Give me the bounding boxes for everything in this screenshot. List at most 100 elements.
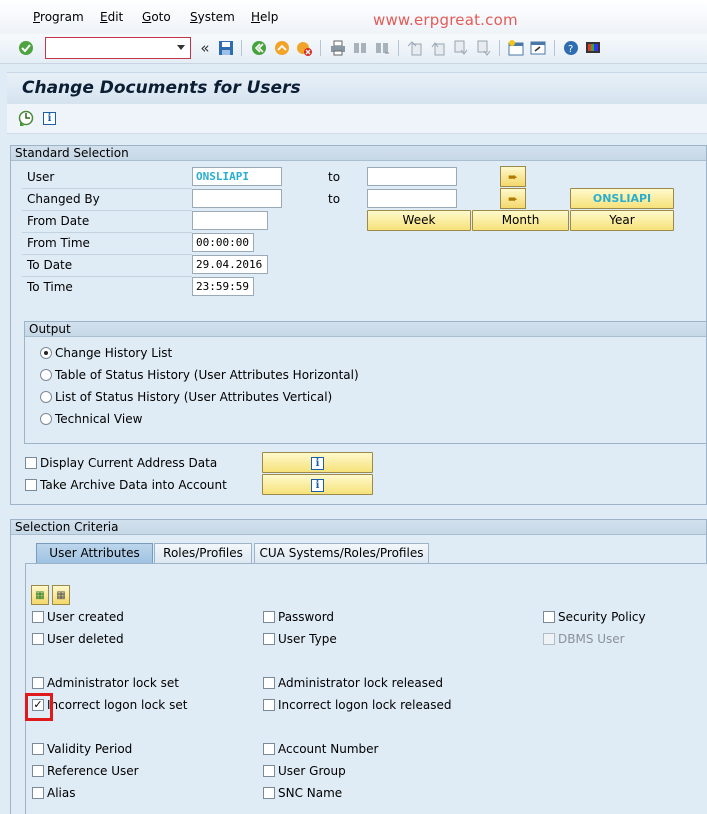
row-divider xyxy=(22,276,192,277)
user-group-checkbox[interactable] xyxy=(263,765,275,777)
alias-checkbox[interactable] xyxy=(32,787,44,799)
output-title: Output xyxy=(29,322,71,336)
security-policy-checkbox[interactable] xyxy=(543,611,555,623)
validity-period-checkbox[interactable] xyxy=(32,743,44,755)
user-group-label: User Group xyxy=(278,764,346,778)
radio-change-history[interactable] xyxy=(40,347,52,359)
row-divider xyxy=(22,254,192,255)
multiple-selection-button[interactable]: ➨ xyxy=(500,188,526,209)
select-all-icon: ▦ xyxy=(35,589,45,601)
info-icon[interactable]: i xyxy=(43,110,56,125)
changed-by-field[interactable] xyxy=(192,189,282,208)
print-icon[interactable] xyxy=(329,39,347,57)
enter-icon[interactable] xyxy=(17,39,35,57)
to-label: to xyxy=(328,192,341,206)
user-type-label: User Type xyxy=(278,632,337,646)
save-icon[interactable] xyxy=(217,39,235,57)
archive-data-checkbox[interactable] xyxy=(25,479,37,491)
archive-info-button[interactable]: i xyxy=(262,474,373,495)
user-shortcut-button[interactable]: ONSLIAPI xyxy=(570,188,674,209)
to-date-field[interactable]: 29.04.2016 xyxy=(192,255,268,274)
exit-icon[interactable] xyxy=(273,39,291,57)
menu-help-label: elp xyxy=(260,10,279,24)
chevron-down-icon[interactable] xyxy=(177,45,185,50)
menu-edit[interactable]: Edit xyxy=(100,10,123,24)
menu-goto-label: oto xyxy=(151,10,171,24)
radio-status-horizontal[interactable] xyxy=(40,369,52,381)
from-time-field[interactable]: 00:00:00 xyxy=(192,233,254,252)
admin-lock-released-checkbox[interactable] xyxy=(263,677,275,689)
radio-status-vertical[interactable] xyxy=(40,391,52,403)
svg-text:?: ? xyxy=(568,44,573,55)
validity-period-label: Validity Period xyxy=(47,742,133,756)
deselect-all-button[interactable]: ▦ xyxy=(52,585,70,605)
menu-program-mnemonic: P xyxy=(33,10,41,24)
last-page-icon[interactable] xyxy=(475,39,493,57)
previous-page-icon[interactable] xyxy=(429,39,447,57)
multiple-selection-button[interactable]: ➨ xyxy=(500,166,526,187)
tab-cua-systems[interactable]: CUA Systems/Roles/Profiles xyxy=(254,543,429,563)
help-icon[interactable]: ? xyxy=(562,39,580,57)
menu-program[interactable]: Program xyxy=(33,10,84,24)
command-field[interactable] xyxy=(45,37,191,59)
info-icon: i xyxy=(311,479,324,492)
shortcut-icon[interactable] xyxy=(529,39,547,57)
find-next-icon[interactable] xyxy=(373,39,391,57)
year-button[interactable]: Year xyxy=(570,210,674,231)
to-time-field[interactable]: 23:59:59 xyxy=(192,277,254,296)
week-button[interactable]: Week xyxy=(367,210,471,231)
next-page-icon[interactable] xyxy=(452,39,470,57)
back-icon[interactable] xyxy=(250,39,268,57)
menu-help-mnemonic: H xyxy=(251,10,261,24)
radio-status-vertical-label: List of Status History (User Attributes … xyxy=(55,390,333,404)
to-time-label: To Time xyxy=(27,280,73,294)
dbms-user-checkbox xyxy=(543,633,555,645)
user-type-checkbox[interactable] xyxy=(263,633,275,645)
user-created-checkbox[interactable] xyxy=(32,611,44,623)
user-created-label: User created xyxy=(47,610,124,624)
alias-label: Alias xyxy=(47,786,76,800)
user-field[interactable]: ONSLIAPI xyxy=(192,167,282,186)
archive-data-label: Take Archive Data into Account xyxy=(40,478,227,492)
password-checkbox[interactable] xyxy=(263,611,275,623)
create-session-icon[interactable] xyxy=(507,39,525,57)
account-number-checkbox[interactable] xyxy=(263,743,275,755)
from-time-label: From Time xyxy=(27,236,90,250)
toolbar-separator xyxy=(554,40,555,56)
snc-name-checkbox[interactable] xyxy=(263,787,275,799)
display-address-checkbox[interactable] xyxy=(25,457,37,469)
address-info-button[interactable]: i xyxy=(262,452,373,473)
month-button[interactable]: Month xyxy=(472,210,569,231)
layout-icon[interactable] xyxy=(584,39,602,57)
admin-lock-set-label: Administrator lock set xyxy=(47,676,179,690)
reference-user-checkbox[interactable] xyxy=(32,765,44,777)
watermark-text: www.erpgreat.com xyxy=(373,11,518,29)
find-icon[interactable] xyxy=(351,39,369,57)
menu-goto[interactable]: Goto xyxy=(142,10,171,24)
cancel-icon[interactable] xyxy=(295,39,313,57)
menu-edit-label: dit xyxy=(107,10,124,24)
admin-lock-set-checkbox[interactable] xyxy=(32,677,44,689)
back-chevron-icon[interactable]: « xyxy=(196,39,214,57)
account-number-label: Account Number xyxy=(278,742,379,756)
menu-help[interactable]: Help xyxy=(251,10,278,24)
arrow-right-icon: ➨ xyxy=(507,191,519,206)
execute-icon[interactable] xyxy=(18,110,34,129)
first-page-icon[interactable] xyxy=(406,39,424,57)
tab-user-attributes[interactable]: User Attributes xyxy=(36,543,153,563)
menu-system[interactable]: System xyxy=(190,10,235,24)
user-deleted-label: User deleted xyxy=(47,632,124,646)
user-deleted-checkbox[interactable] xyxy=(32,633,44,645)
password-label: Password xyxy=(278,610,335,624)
tab-roles-profiles[interactable]: Roles/Profiles xyxy=(154,543,252,563)
from-date-field[interactable] xyxy=(192,211,268,230)
user-label: User xyxy=(27,170,55,184)
incorrect-logon-lock-released-checkbox[interactable] xyxy=(263,699,275,711)
radio-technical-view[interactable] xyxy=(40,413,52,425)
to-date-label: To Date xyxy=(27,258,73,272)
menu-bar: Program Edit Goto System Help www.erpgre… xyxy=(0,0,707,34)
select-all-button[interactable]: ▦ xyxy=(31,585,49,605)
changed-by-to-field[interactable] xyxy=(367,189,457,208)
radio-change-history-label: Change History List xyxy=(55,346,173,360)
user-to-field[interactable] xyxy=(367,167,457,186)
